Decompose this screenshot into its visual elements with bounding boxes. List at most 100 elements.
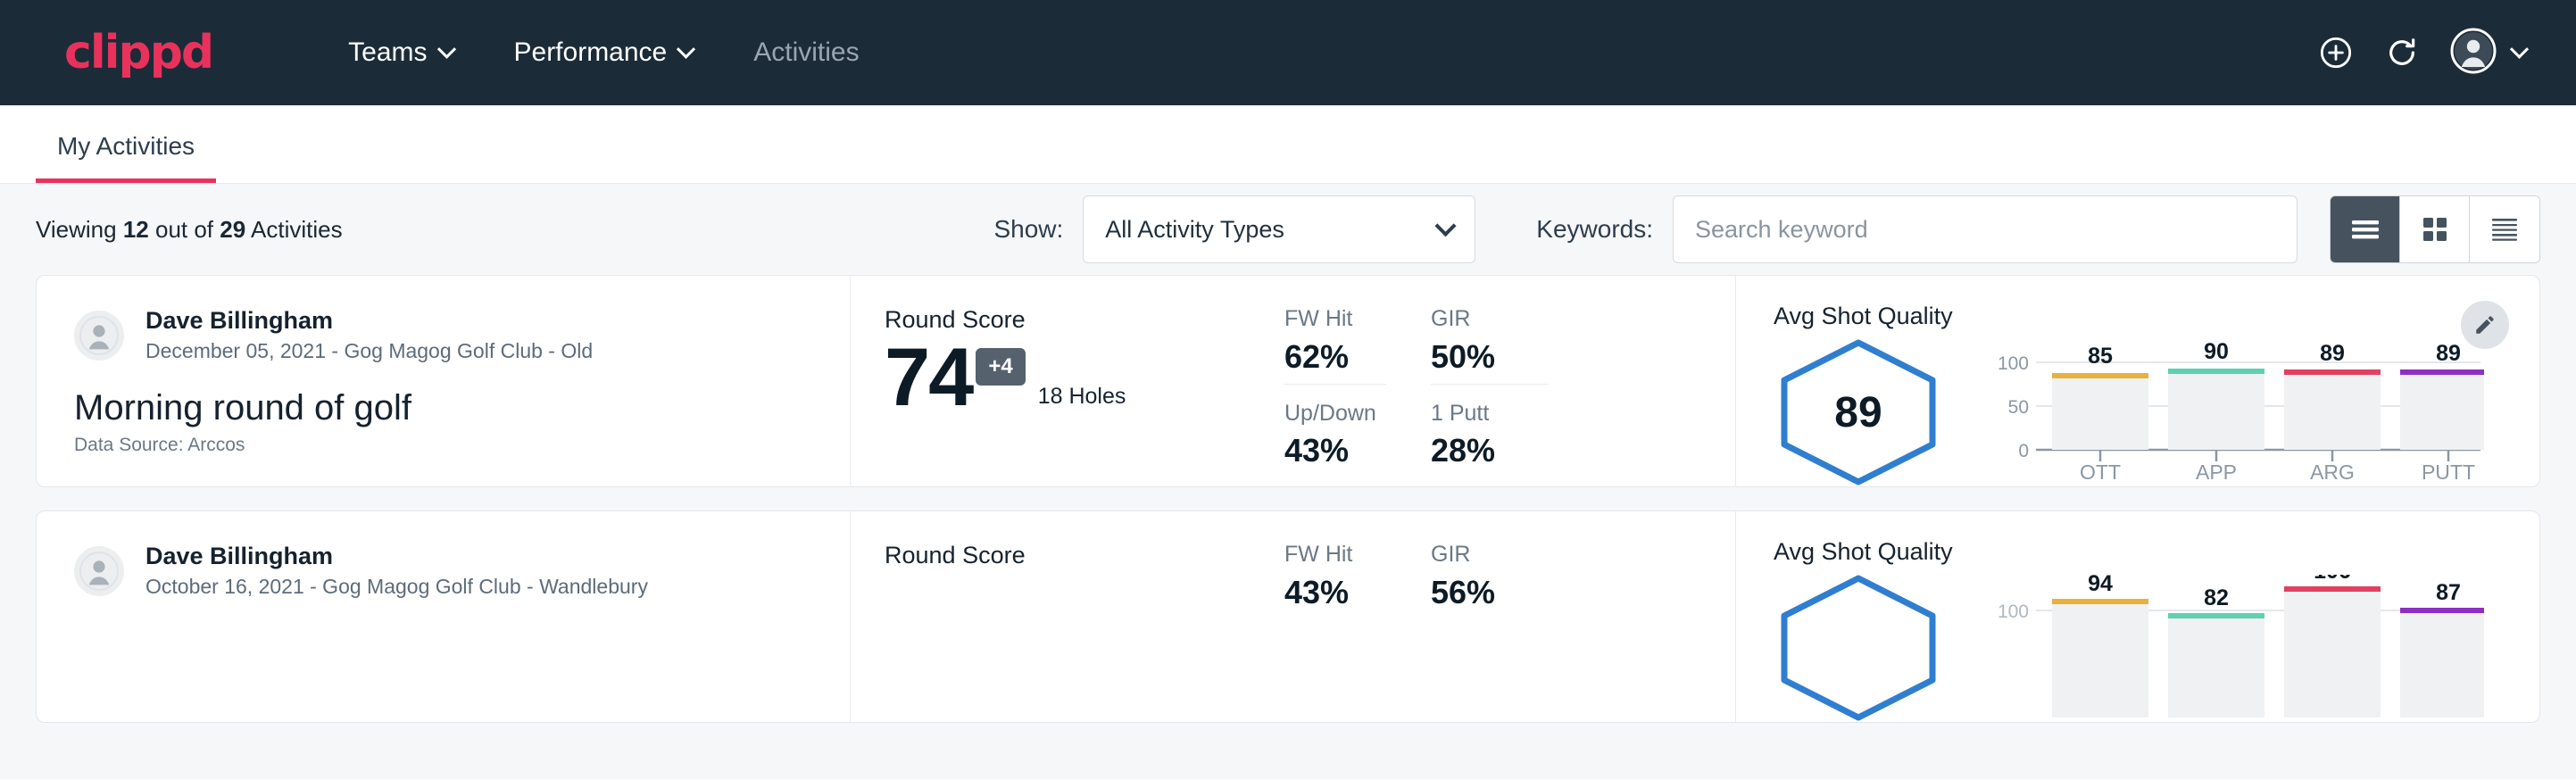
viewing-prefix: Viewing (36, 216, 117, 243)
svg-text:106: 106 (2314, 575, 2351, 584)
svg-text:85: 85 (2088, 344, 2113, 369)
avg-shot-quality-section: Avg Shot Quality 100 94 (1736, 511, 2539, 722)
nav-item-performance-label: Performance (514, 37, 668, 68)
svg-text:87: 87 (2436, 580, 2461, 605)
search-input[interactable] (1673, 195, 2298, 263)
viewing-summary: Viewing 12 out of 29 Activities (36, 216, 343, 244)
stat-label: FW Hit (1284, 538, 1386, 572)
svg-text:82: 82 (2204, 585, 2229, 610)
grid-view-button[interactable] (2400, 196, 2470, 262)
svg-text:90: 90 (2204, 339, 2229, 364)
nav-item-activities[interactable]: Activities (723, 37, 889, 68)
top-navigation-bar: clippd Teams Performance Activities (0, 0, 2576, 105)
activity-card[interactable]: Dave Billingham December 05, 2021 - Gog … (36, 275, 2540, 487)
round-score-section: Round Score 74 +4 18 Holes (851, 276, 1272, 486)
round-score-label: Round Score (885, 306, 1272, 334)
svg-text:100: 100 (1998, 602, 2029, 622)
divider (1284, 384, 1386, 385)
avg-shot-quality-label: Avg Shot Quality (1774, 538, 2539, 566)
svg-text:ARG: ARG (2310, 461, 2355, 482)
stat-value: 50% (1431, 336, 1549, 377)
add-icon[interactable] (2318, 35, 2354, 71)
shot-quality-bar-chart: 100 50 0 85 OTT 90 APP (1984, 339, 2484, 486)
stat-label: 1 Putt (1431, 397, 1549, 431)
view-mode-toggle (2330, 195, 2540, 263)
chevron-down-icon (677, 39, 695, 58)
player-row: Dave Billingham October 16, 2021 - Gog M… (74, 542, 814, 601)
player-name: Dave Billingham (145, 306, 593, 336)
stat-value: 43% (1284, 572, 1386, 612)
viewing-mid: out of (155, 216, 213, 243)
main-nav-items: Teams Performance Activities (318, 37, 889, 68)
data-source: Data Source: Arccos (74, 435, 245, 456)
stat-label: GIR (1431, 538, 1549, 572)
divider (1431, 384, 1549, 385)
filter-bar: Viewing 12 out of 29 Activities Show: Al… (36, 184, 2540, 275)
chevron-down-icon (2510, 39, 2529, 58)
chevron-down-icon (1435, 215, 1457, 236)
stat-value: 43% (1284, 430, 1386, 470)
stat-label: GIR (1431, 303, 1549, 336)
activity-meta: October 16, 2021 - Gog Magog Golf Club -… (145, 574, 648, 601)
svg-text:89: 89 (2436, 341, 2461, 366)
show-label: Show: (993, 215, 1063, 244)
avg-shot-quality-section: Avg Shot Quality 89 100 (1736, 276, 2539, 486)
stat-value: 62% (1284, 336, 1386, 377)
player-text: Dave Billingham October 16, 2021 - Gog M… (145, 542, 648, 601)
quality-hexagon: 89 (1774, 337, 1943, 487)
viewing-suffix: Activities (251, 216, 343, 243)
edit-activity-button[interactable] (2461, 301, 2509, 349)
svg-text:50: 50 (2008, 397, 2029, 418)
brand-logo[interactable]: clippd (64, 29, 212, 76)
activity-type-select[interactable]: All Activity Types (1083, 195, 1475, 263)
player-row: Dave Billingham December 05, 2021 - Gog … (74, 306, 814, 365)
player-name: Dave Billingham (145, 542, 648, 572)
round-score-value: 74 (885, 339, 972, 417)
detail-view-button[interactable] (2470, 196, 2539, 262)
round-score-label: Round Score (885, 542, 1272, 569)
nav-item-teams[interactable]: Teams (318, 37, 483, 68)
stat-value: 56% (1431, 572, 1549, 612)
quality-score-value: 89 (1774, 337, 1943, 487)
holes-played: 18 Holes (1038, 384, 1126, 417)
chevron-down-icon (436, 39, 455, 58)
nav-actions (2318, 28, 2526, 79)
avatar (2450, 28, 2497, 79)
refresh-icon[interactable] (2384, 35, 2420, 71)
activity-stats: FW Hit GIR 62% 50% Up/Down 1 Putt 43% 28… (1272, 276, 1736, 486)
avg-shot-quality-label: Avg Shot Quality (1774, 303, 2539, 330)
svg-text:PUTT: PUTT (2422, 461, 2475, 482)
svg-text:APP: APP (2196, 461, 2237, 482)
stat-label: FW Hit (1284, 303, 1386, 336)
activity-info: Dave Billingham December 05, 2021 - Gog … (37, 276, 851, 486)
quality-visuals: 89 100 50 0 85 (1774, 330, 2539, 487)
stat-value: 28% (1431, 430, 1549, 470)
player-text: Dave Billingham December 05, 2021 - Gog … (145, 306, 593, 365)
activity-type-value: All Activity Types (1105, 216, 1284, 244)
activity-card[interactable]: Dave Billingham October 16, 2021 - Gog M… (36, 510, 2540, 723)
score-differential-badge: +4 (976, 348, 1025, 386)
quality-hexagon (1774, 573, 1943, 723)
nav-item-teams-label: Teams (348, 37, 427, 68)
activity-stats: FW Hit GIR 43% 56% (1272, 511, 1736, 722)
tab-my-activities-label: My Activities (57, 132, 195, 160)
stat-label: Up/Down (1284, 397, 1386, 431)
round-score-row: 74 +4 18 Holes (885, 339, 1272, 417)
viewing-count: 12 (123, 216, 149, 243)
tab-my-activities[interactable]: My Activities (36, 134, 216, 183)
viewing-total: 29 (220, 216, 245, 243)
svg-text:94: 94 (2088, 575, 2113, 596)
player-avatar (74, 546, 124, 596)
player-avatar (74, 311, 124, 361)
shot-quality-bar-chart: 100 94 82 106 87 (1984, 575, 2484, 722)
svg-text:OTT: OTT (2080, 461, 2121, 482)
tab-strip: My Activities (0, 105, 2576, 184)
activity-title: Morning round of golf (74, 388, 814, 427)
list-view-button[interactable] (2331, 196, 2400, 262)
round-score-section: Round Score (851, 511, 1272, 722)
avatar-menu[interactable] (2450, 28, 2526, 79)
filter-controls: Show: All Activity Types Keywords: (993, 195, 2540, 263)
svg-text:0: 0 (2018, 441, 2029, 461)
nav-item-performance[interactable]: Performance (484, 37, 724, 68)
keywords-label: Keywords: (1536, 215, 1653, 244)
